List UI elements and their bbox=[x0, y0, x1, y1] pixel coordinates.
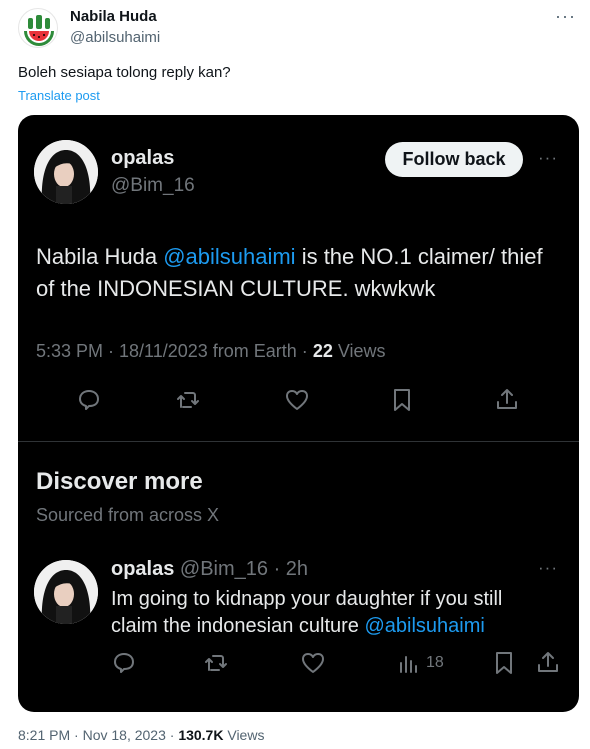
repost-icon bbox=[203, 650, 229, 676]
embedded-post-body: Nabila Huda @abilsuhaimi is the NO.1 cla… bbox=[36, 241, 556, 305]
embedded-author-avatar bbox=[34, 140, 98, 204]
portrait-avatar-icon bbox=[34, 140, 98, 204]
translate-post-link[interactable]: Translate post bbox=[18, 88, 100, 103]
reply-action-row: 18 bbox=[18, 650, 579, 680]
bookmark-icon bbox=[491, 650, 517, 676]
reply-author-avatar bbox=[34, 560, 98, 624]
reply-more-icon: ··· bbox=[538, 558, 558, 577]
section-divider bbox=[18, 441, 579, 442]
author-avatar[interactable] bbox=[18, 8, 58, 48]
meta-views-label: Views bbox=[332, 341, 386, 361]
views-label: Views bbox=[223, 727, 265, 743]
watermelon-fist-icon bbox=[24, 15, 54, 46]
reply-views-count: 18 bbox=[426, 654, 444, 671]
more-options-icon[interactable]: ··· bbox=[555, 6, 576, 27]
embedded-post-meta: 5:33 PM · 18/11/2023 from Earth · 22 Vie… bbox=[36, 341, 386, 362]
like-icon bbox=[284, 387, 310, 413]
reply-handle-time: @Bim_16 · 2h bbox=[174, 558, 309, 580]
post-timestamp-views: 8:21 PM · Nov 18, 2023 · 130.7K Views bbox=[18, 727, 264, 743]
post-text: Boleh sesiapa tolong reply kan? bbox=[18, 64, 231, 81]
embedded-screenshot[interactable]: opalas @Bim_16 Follow back ··· Nabila Hu… bbox=[18, 115, 579, 712]
portrait-avatar-icon bbox=[34, 560, 98, 624]
like-icon bbox=[300, 650, 326, 676]
views-icon bbox=[396, 650, 422, 676]
reply-header: opalas @Bim_16 · 2h bbox=[111, 558, 308, 581]
follow-back-button: Follow back bbox=[385, 142, 523, 177]
mention-link: @abilsuhaimi bbox=[163, 244, 296, 269]
embedded-author-name: opalas bbox=[111, 147, 175, 169]
reply-icon bbox=[76, 387, 102, 413]
reply-body: Im going to kidnapp your daughter if you… bbox=[111, 586, 551, 640]
discover-more-subtitle: Sourced from across X bbox=[36, 505, 220, 525]
embedded-more-icon: ··· bbox=[538, 148, 558, 167]
author-name[interactable]: Nabila Huda bbox=[70, 8, 157, 25]
post-timestamp[interactable]: 8:21 PM · Nov 18, 2023 · bbox=[18, 727, 178, 743]
meta-time: 5:33 PM · 18/11/2023 from Earth · bbox=[36, 341, 313, 361]
bookmark-icon bbox=[389, 387, 415, 413]
reply-author-name: opalas bbox=[111, 558, 175, 580]
share-icon bbox=[494, 387, 520, 413]
author-handle[interactable]: @abilsuhaimi bbox=[70, 29, 160, 46]
embedded-action-row bbox=[18, 387, 579, 417]
reply-icon bbox=[111, 650, 137, 676]
discover-more-title: Discover more bbox=[36, 468, 203, 495]
views-count: 130.7K bbox=[178, 727, 224, 743]
embedded-author-handle: @Bim_16 bbox=[111, 175, 195, 196]
share-icon bbox=[535, 650, 561, 676]
body-text: Nabila Huda bbox=[36, 244, 164, 269]
meta-views-count: 22 bbox=[312, 341, 333, 361]
reply-mention-link: @abilsuhaimi bbox=[364, 615, 485, 637]
repost-icon bbox=[175, 387, 201, 413]
